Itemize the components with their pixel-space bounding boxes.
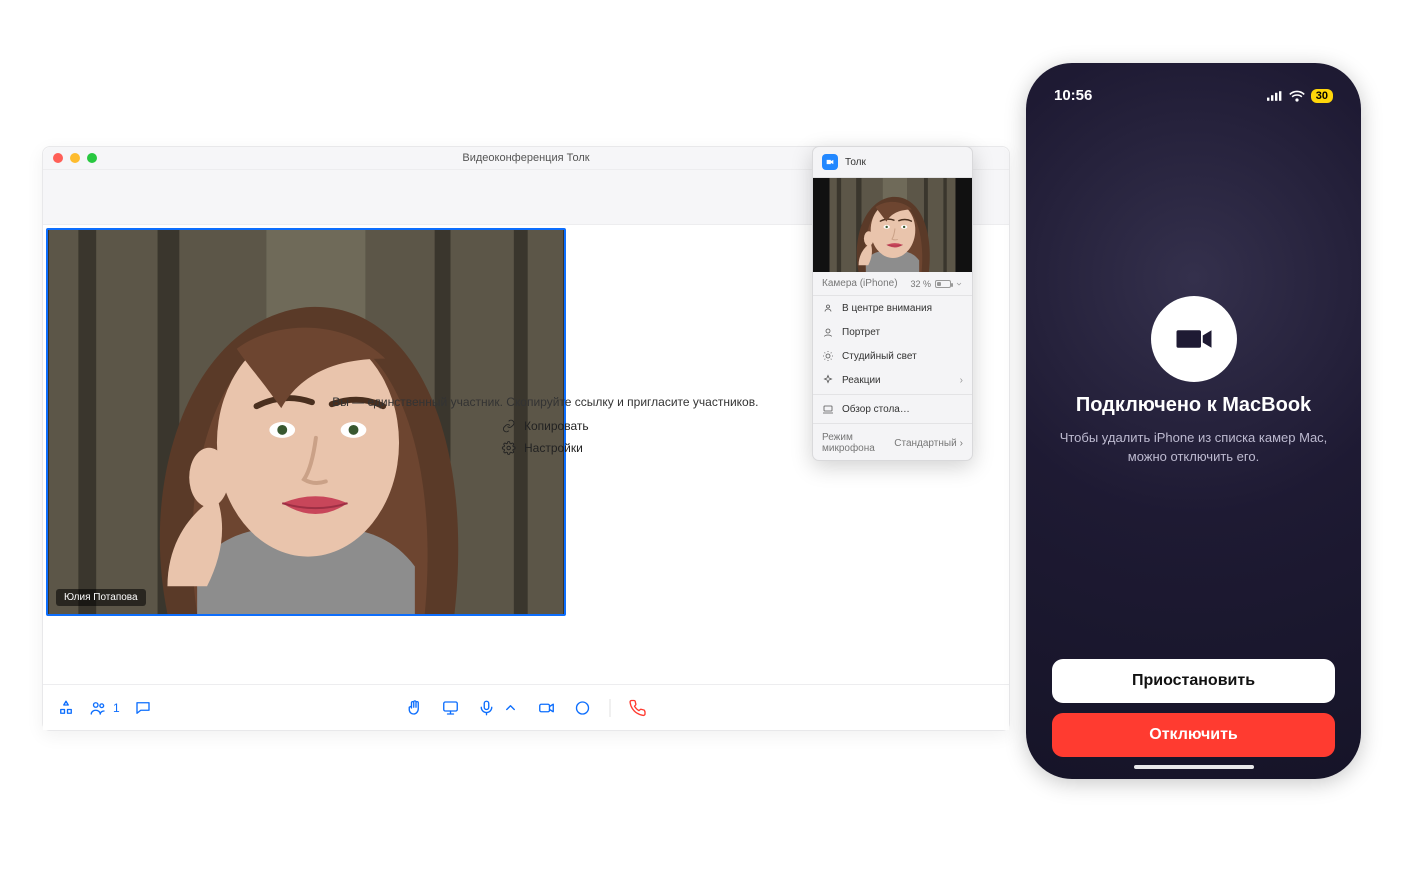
mic-options-button[interactable] [502, 699, 520, 717]
microphone-button[interactable] [478, 699, 496, 717]
people-icon [89, 699, 107, 717]
person-frame-icon [822, 302, 834, 314]
camera-device-row: Камера (iPhone) 32 % [813, 272, 972, 296]
chat-button[interactable] [134, 699, 152, 717]
call-toolbar: 1 [43, 684, 1009, 730]
solo-participant-message: Вы — единственный участник. Скопируйте с… [332, 395, 758, 409]
chevron-right-icon: › [960, 438, 963, 449]
participants-button[interactable] [89, 699, 107, 717]
portrait-label: Портрет [842, 327, 880, 338]
mic-mode-label: Режим микрофона [822, 432, 894, 454]
mic-mode-value: Стандартный [894, 438, 956, 449]
camera-preview-thumbnail [813, 178, 972, 272]
popover-separator [813, 423, 972, 424]
hand-icon [406, 699, 424, 717]
camera-battery-pct: 32 % [910, 279, 931, 289]
chat-icon [134, 699, 152, 717]
reactions-item[interactable]: Реакции › [813, 368, 972, 392]
phone-battery-badge: 30 [1311, 89, 1333, 103]
record-button[interactable] [574, 699, 592, 717]
layout-icon [57, 699, 75, 717]
self-video-tile[interactable]: Юлия Потапова [46, 228, 566, 616]
portrait-item[interactable]: Портрет [813, 320, 972, 344]
wifi-icon [1289, 90, 1305, 102]
disconnect-button[interactable]: Отключить [1052, 713, 1335, 757]
sun-icon [822, 350, 834, 362]
camera-button[interactable] [538, 699, 556, 717]
participants-count: 1 [113, 701, 120, 715]
phone-main: Подключено к MacBook Чтобы удалить iPhon… [1044, 104, 1343, 659]
chevron-right-icon: › [960, 375, 963, 386]
gear-icon [502, 441, 516, 455]
portrait-icon [822, 326, 834, 338]
copy-link-button[interactable]: Копировать [502, 419, 589, 433]
desk-icon [822, 403, 834, 415]
phone-battery-value: 30 [1316, 90, 1328, 102]
self-video-feed [48, 230, 564, 614]
desk-view-label: Обзор стола… [842, 404, 910, 415]
participant-name-chip: Юлия Потапова [56, 589, 146, 606]
popover-separator [813, 394, 972, 395]
phone-time: 10:56 [1054, 87, 1092, 104]
mic-mode-row[interactable]: Режим микрофона Стандартный › [813, 426, 972, 460]
center-stage-label: В центре внимания [842, 303, 932, 314]
app-icon [822, 154, 838, 170]
monitor-icon [442, 699, 460, 717]
phone-buttons: Приостановить Отключить [1044, 659, 1343, 757]
chevron-up-icon [502, 699, 520, 717]
settings-label: Настройки [524, 441, 583, 455]
popover-header: Толк [813, 147, 972, 178]
screenshare-button[interactable] [442, 699, 460, 717]
chevron-down-icon[interactable] [955, 280, 963, 288]
leave-call-button[interactable] [629, 699, 647, 717]
link-icon [502, 419, 516, 433]
phone-continuity-screen: 10:56 30 Подключено к MacBook Чтобы удал… [1026, 63, 1361, 779]
center-stage-item[interactable]: В центре внимания [813, 296, 972, 320]
layout-button[interactable] [57, 699, 75, 717]
phone-subtitle: Чтобы удалить iPhone из списка камер Mac… [1050, 429, 1337, 467]
settings-button[interactable]: Настройки [502, 441, 583, 455]
copy-link-label: Копировать [524, 419, 589, 433]
pause-button[interactable]: Приостановить [1052, 659, 1335, 703]
camera-source-popover: Толк Камера (iPhone) 32 % В центре внима… [812, 146, 973, 461]
solo-actions: Копировать Настройки [502, 419, 589, 455]
video-icon [825, 157, 835, 167]
mic-icon [478, 699, 496, 717]
circle-icon [574, 699, 592, 717]
camera-glyph-circle [1151, 296, 1237, 382]
studio-light-item[interactable]: Студийный свет [813, 344, 972, 368]
divider [610, 699, 611, 717]
camera-icon [538, 699, 556, 717]
phone-title: Подключено к MacBook [1076, 394, 1311, 417]
phone-status-bar: 10:56 30 [1044, 81, 1343, 104]
raise-hand-button[interactable] [406, 699, 424, 717]
battery-icon [935, 280, 951, 288]
camera-glyph-icon [1173, 318, 1215, 360]
cellular-icon [1267, 90, 1283, 102]
sparkle-icon [822, 374, 834, 386]
phone-icon [629, 699, 647, 717]
camera-device-label: Камера (iPhone) [822, 278, 898, 289]
desk-view-item[interactable]: Обзор стола… [813, 397, 972, 421]
camera-battery: 32 % [910, 279, 963, 289]
studio-light-label: Студийный свет [842, 351, 917, 362]
reactions-label: Реакции [842, 375, 881, 386]
popover-app-name: Толк [845, 157, 866, 168]
